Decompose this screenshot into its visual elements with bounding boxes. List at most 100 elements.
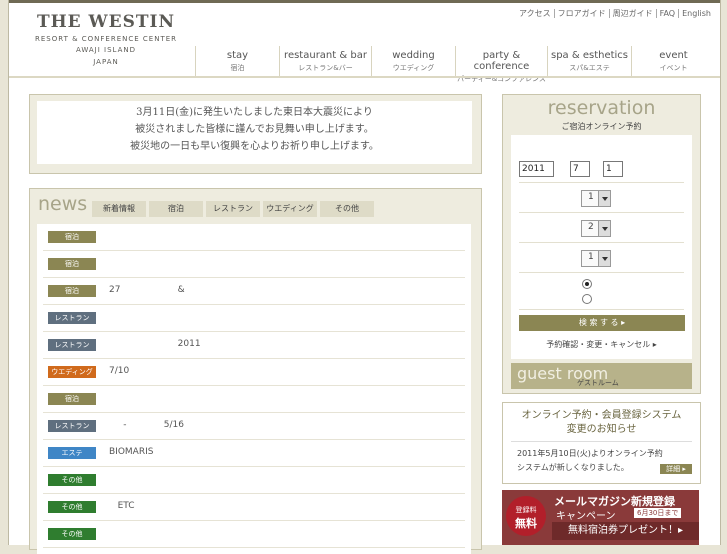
divider xyxy=(519,309,684,310)
radio-option-2[interactable] xyxy=(582,294,592,304)
details-button[interactable]: 詳細 ▸ xyxy=(660,464,692,474)
news-text[interactable]: BIOMARIS xyxy=(109,447,153,457)
radio-option-1[interactable] xyxy=(582,279,592,289)
category-badge: 宿泊 xyxy=(48,393,96,405)
nav-event-ja: イベント xyxy=(659,64,688,72)
news-row[interactable]: その他 ETC xyxy=(43,494,465,521)
news-tab-stay[interactable]: 宿泊 xyxy=(149,201,203,217)
rooms-select[interactable]: 1 xyxy=(581,250,611,267)
category-badge: レストラン xyxy=(48,312,96,324)
nav-party[interactable]: party & conference パーティー&コンファレンス xyxy=(455,46,547,83)
utility-links: アクセス フロアガイド 周辺ガイド FAQ English xyxy=(516,8,714,19)
nav-spa-ja: スパ&エステ xyxy=(569,64,610,72)
news-text[interactable]: 27 & xyxy=(109,285,185,295)
divider xyxy=(519,242,684,243)
news-title: news xyxy=(38,193,88,215)
news-row[interactable]: ウエディング 7/10 xyxy=(43,359,465,386)
brand-subtitle: RESORT & CONFERENCE CENTER xyxy=(34,35,178,43)
news-tab-other[interactable]: その他 xyxy=(320,201,374,217)
page-frame: THE WESTIN RESORT & CONFERENCE CENTER AW… xyxy=(8,0,721,554)
news-row[interactable]: その他 xyxy=(43,521,465,548)
adults-value: 2 xyxy=(588,222,594,232)
top-line xyxy=(9,0,720,3)
online-system-notice: オンライン予約・会員登録システム 変更のお知らせ 2011年5月10日(火)より… xyxy=(502,402,701,484)
notice-line-1: 3月11日(金)に発生いたしました東日本大震災により xyxy=(136,107,373,118)
link-faq[interactable]: FAQ xyxy=(655,9,679,18)
nav-stay-ja: 宿泊 xyxy=(230,64,245,72)
link-access[interactable]: アクセス xyxy=(516,9,554,18)
brand-name: THE WESTIN xyxy=(36,12,176,32)
category-badge: その他 xyxy=(48,501,96,513)
news-text[interactable]: 7/10 xyxy=(109,366,129,376)
nav-party-en: party & conference xyxy=(473,50,530,72)
category-badge: レストラン xyxy=(48,420,96,432)
nav-wedding-en: wedding xyxy=(392,50,435,61)
reservation-title: reservation xyxy=(547,97,656,119)
category-badge: 宿泊 xyxy=(48,258,96,270)
nav-event-en: event xyxy=(659,50,688,61)
nav-underline xyxy=(9,76,720,78)
online-body-1: 2011年5月10日(火)よりオンライン予約 xyxy=(517,449,663,458)
search-button[interactable]: 検 索 す る ▸ xyxy=(519,315,685,331)
news-tab-latest[interactable]: 新着情報 xyxy=(92,201,146,217)
divider xyxy=(519,212,684,213)
news-row[interactable]: レストラン xyxy=(43,305,465,332)
hotel-logo[interactable]: THE WESTIN RESORT & CONFERENCE CENTER AW… xyxy=(31,12,181,67)
notice-body: 3月11日(金)に発生いたしました東日本大震災により 被災されました皆様に謹んで… xyxy=(37,101,472,164)
reservation-form: 2011 7 1 1 2 1 検 索 す る ▸ 予約確認・変更・キャンセル ▸ xyxy=(511,135,692,359)
nav-spa[interactable]: spa & esthetics スパ&エステ xyxy=(547,46,631,76)
mail-magazine-banner[interactable]: 登録料 無料 メールマガジン新規登録 キャンペーン 6月30日まで 無料宿泊券プ… xyxy=(502,490,699,545)
category-badge: その他 xyxy=(48,528,96,540)
news-text[interactable]: - 5/16 xyxy=(109,420,184,430)
category-badge: 宿泊 xyxy=(48,285,96,297)
nav-stay[interactable]: stay 宿泊 xyxy=(195,46,279,76)
earthquake-notice: 3月11日(金)に発生いたしました東日本大震災により 被災されました皆様に謹んで… xyxy=(29,94,482,174)
mail-offer: 無料宿泊券プレゼント！▸ xyxy=(552,522,699,540)
link-area-guide[interactable]: 周辺ガイド xyxy=(608,9,656,18)
free-badge-main: 無料 xyxy=(515,517,537,530)
divider xyxy=(519,272,684,273)
guest-room-ja: ゲストルーム xyxy=(577,379,619,387)
nav-wedding[interactable]: wedding ウエディング xyxy=(371,46,455,76)
news-text[interactable]: 2011 xyxy=(109,339,201,349)
year-input[interactable]: 2011 xyxy=(519,161,554,177)
news-row[interactable]: 宿泊 27 & xyxy=(43,278,465,305)
day-input[interactable]: 1 xyxy=(603,161,623,177)
nav-spa-en: spa & esthetics xyxy=(550,50,629,61)
nights-value: 1 xyxy=(588,192,594,202)
mail-campaign: キャンペーン xyxy=(556,511,616,522)
nav-restaurant[interactable]: restaurant & bar レストラン&バー xyxy=(279,46,371,76)
news-row[interactable]: エステ BIOMARIS xyxy=(43,440,465,467)
news-row[interactable]: レストラン - 5/16 xyxy=(43,413,465,440)
category-badge: ウエディング xyxy=(48,366,96,378)
news-row[interactable]: 宿泊 xyxy=(43,386,465,413)
nights-select[interactable]: 1 xyxy=(581,190,611,207)
news-text[interactable]: ETC xyxy=(109,501,135,511)
online-heading: オンライン予約・会員登録システム 変更のお知らせ xyxy=(503,409,700,437)
news-row[interactable]: 宿泊 xyxy=(43,251,465,278)
category-badge: その他 xyxy=(48,474,96,486)
news-row[interactable]: その他 xyxy=(43,467,465,494)
news-row[interactable]: 宿泊 xyxy=(43,224,465,251)
guest-room-banner[interactable]: guest room ゲストルーム xyxy=(511,363,692,389)
notice-line-2: 被災されました皆様に謹んでお見舞い申し上げます。 xyxy=(135,124,374,135)
rooms-value: 1 xyxy=(588,252,594,262)
free-badge: 登録料 無料 xyxy=(506,496,546,536)
nav-restaurant-ja: レストラン&バー xyxy=(298,64,353,72)
global-nav: stay 宿泊 restaurant & bar レストラン&バー weddin… xyxy=(195,46,715,83)
confirm-change-cancel-link[interactable]: 予約確認・変更・キャンセル ▸ xyxy=(511,339,692,350)
adults-select[interactable]: 2 xyxy=(581,220,611,237)
nav-wedding-ja: ウエディング xyxy=(392,64,435,72)
chevron-down-icon xyxy=(598,221,610,236)
divider xyxy=(519,182,684,183)
nav-event[interactable]: event イベント xyxy=(631,46,715,76)
brand-location-2: JAPAN xyxy=(93,58,119,66)
news-tab-wedding[interactable]: ウエディング xyxy=(263,201,317,217)
month-input[interactable]: 7 xyxy=(570,161,590,177)
link-floor-guide[interactable]: フロアガイド xyxy=(553,9,609,18)
link-english[interactable]: English xyxy=(678,9,714,18)
news-tab-restaurant[interactable]: レストラン xyxy=(206,201,260,217)
brand-location-1: AWAJI ISLAND xyxy=(75,46,137,54)
news-tabs: 新着情報 宿泊 レストラン ウエディング その他 xyxy=(92,201,377,217)
news-row[interactable]: レストラン 2011 xyxy=(43,332,465,359)
